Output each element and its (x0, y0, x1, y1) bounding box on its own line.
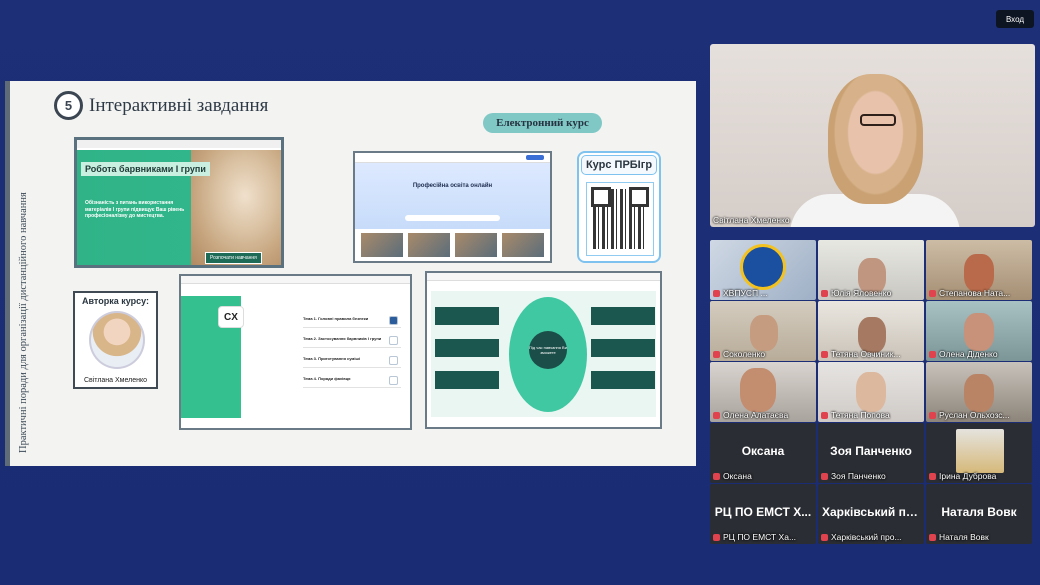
participant-name: Степанова Ната... (939, 288, 1011, 298)
participant-name: Соколенко (723, 349, 766, 359)
muted-mic-icon (713, 290, 720, 297)
platform-search-bar (405, 215, 500, 221)
muted-mic-icon (929, 351, 936, 358)
topic-row: Тема 3. Приготування суміші (303, 356, 401, 368)
platform-screenshot: Професійна освіта онлайн (353, 151, 552, 263)
muted-mic-icon (929, 290, 936, 297)
topic-row: Тема 4. Поради фахівця (303, 376, 401, 388)
course-card-text: Обізнаність з питань використання матері… (85, 200, 185, 219)
muted-mic-icon (713, 473, 720, 480)
muted-mic-icon (821, 290, 828, 297)
ecourse-label: Електронний курс (483, 113, 602, 133)
topic-row: Тема 1. Головні правила безпеки (303, 316, 401, 328)
participant-tile[interactable]: Руслан Ольхозс... (926, 362, 1032, 422)
slide-number-badge: 5 (54, 91, 83, 120)
participant-tile[interactable]: Юлія Яловенко (818, 240, 924, 300)
course-qr-card: Курс ПРБІгр (577, 151, 661, 263)
topic-row: Тема 2. Застосування барвників І групи (303, 336, 401, 348)
participant-initials: РЦ ПО ЕМСТ Х... (714, 505, 812, 519)
speaker-video-tile[interactable]: Світлана Хмеленко (710, 44, 1035, 227)
course-label: Курс ПРБІгр (581, 155, 657, 175)
participant-tile[interactable]: Тетяна Овчиник... (818, 301, 924, 361)
participant-tile[interactable]: Зоя Панченко Зоя Панченко (818, 423, 924, 483)
outcomes-center-label: Під час навчання Ви зможете (529, 331, 567, 369)
author-name: Світлана Хмеленко (83, 377, 148, 384)
author-photo (89, 311, 145, 369)
author-title: Авторка курсу: (82, 296, 149, 306)
speaker-name: Світлана Хмеленко (713, 215, 790, 225)
muted-mic-icon (713, 412, 720, 419)
participant-name: Наталя Вовк (939, 532, 989, 542)
muted-mic-icon (821, 351, 828, 358)
participant-name: Руслан Ольхозс... (939, 410, 1010, 420)
participant-tile[interactable]: Тетяна Попова (818, 362, 924, 422)
participant-tile[interactable]: Наталя Вовк Наталя Вовк (926, 484, 1032, 544)
participant-name: Ірина Дуброва (939, 471, 997, 481)
muted-mic-icon (929, 473, 936, 480)
participant-name: Харківський про... (831, 532, 902, 542)
course-topics-screenshot: CX Тема 1. Головні правила безпеки Тема … (179, 274, 412, 430)
participant-name: Олена Алатаєва (723, 410, 789, 420)
participant-name: Юлія Яловенко (831, 288, 892, 298)
avatar (956, 429, 1004, 473)
start-learning-button: Розпочати навчання (205, 252, 262, 264)
participant-tile[interactable]: Харківський пр... Харківський про... (818, 484, 924, 544)
muted-mic-icon (821, 412, 828, 419)
participant-tile[interactable]: Степанова Ната... (926, 240, 1032, 300)
participant-initials: Зоя Панченко (830, 444, 912, 458)
college-logo-icon (740, 244, 786, 290)
muted-mic-icon (713, 351, 720, 358)
platform-heading: Професійна освіта онлайн (412, 183, 493, 189)
slide-vertical-caption: Практичні поради для організації дистанц… (18, 192, 29, 453)
participant-initials: Наталя Вовк (941, 505, 1017, 519)
course-card-heading: Робота барвниками І групи (81, 162, 210, 176)
participant-tile[interactable]: Соколенко (710, 301, 816, 361)
participant-tile[interactable]: Олена Алатаєва (710, 362, 816, 422)
participant-name: Тетяна Попова (831, 410, 890, 420)
muted-mic-icon (929, 534, 936, 541)
qr-code-icon (586, 182, 654, 256)
participant-tile[interactable]: Оксана Оксана (710, 423, 816, 483)
participant-name: Олена Діденко (939, 349, 998, 359)
participant-tile[interactable]: РЦ ПО ЕМСТ Х... РЦ ПО ЕМСТ Ха... (710, 484, 816, 544)
slide-title: Інтерактивні завдання (89, 95, 269, 116)
participant-tile[interactable]: ХВПУСП ... (710, 240, 816, 300)
course-card-dyes: Робота барвниками І групи Обізнаність з … (74, 137, 284, 268)
cx-logo-icon: CX (218, 306, 244, 328)
participant-name: Оксана (723, 471, 752, 481)
course-outcomes-screenshot: Під час навчання Ви зможете (425, 271, 662, 429)
participant-initials: Оксана (741, 444, 785, 458)
login-button[interactable]: Вход (996, 10, 1034, 28)
participant-tile[interactable]: Олена Діденко (926, 301, 1032, 361)
author-card: Авторка курсу: Світлана Хмеленко (73, 291, 158, 389)
participant-name: Зоя Панченко (831, 471, 886, 481)
participant-name: РЦ ПО ЕМСТ Ха... (723, 532, 797, 542)
participant-tile[interactable]: Ірина Дуброва (926, 423, 1032, 483)
muted-mic-icon (929, 412, 936, 419)
participant-initials: Харківський пр... (822, 505, 924, 519)
muted-mic-icon (713, 534, 720, 541)
muted-mic-icon (821, 534, 828, 541)
muted-mic-icon (821, 473, 828, 480)
participant-name: ХВПУСП ... (723, 288, 768, 298)
shared-slide: Практичні поради для організації дистанц… (5, 81, 696, 466)
participant-name: Тетяна Овчиник... (831, 349, 901, 359)
